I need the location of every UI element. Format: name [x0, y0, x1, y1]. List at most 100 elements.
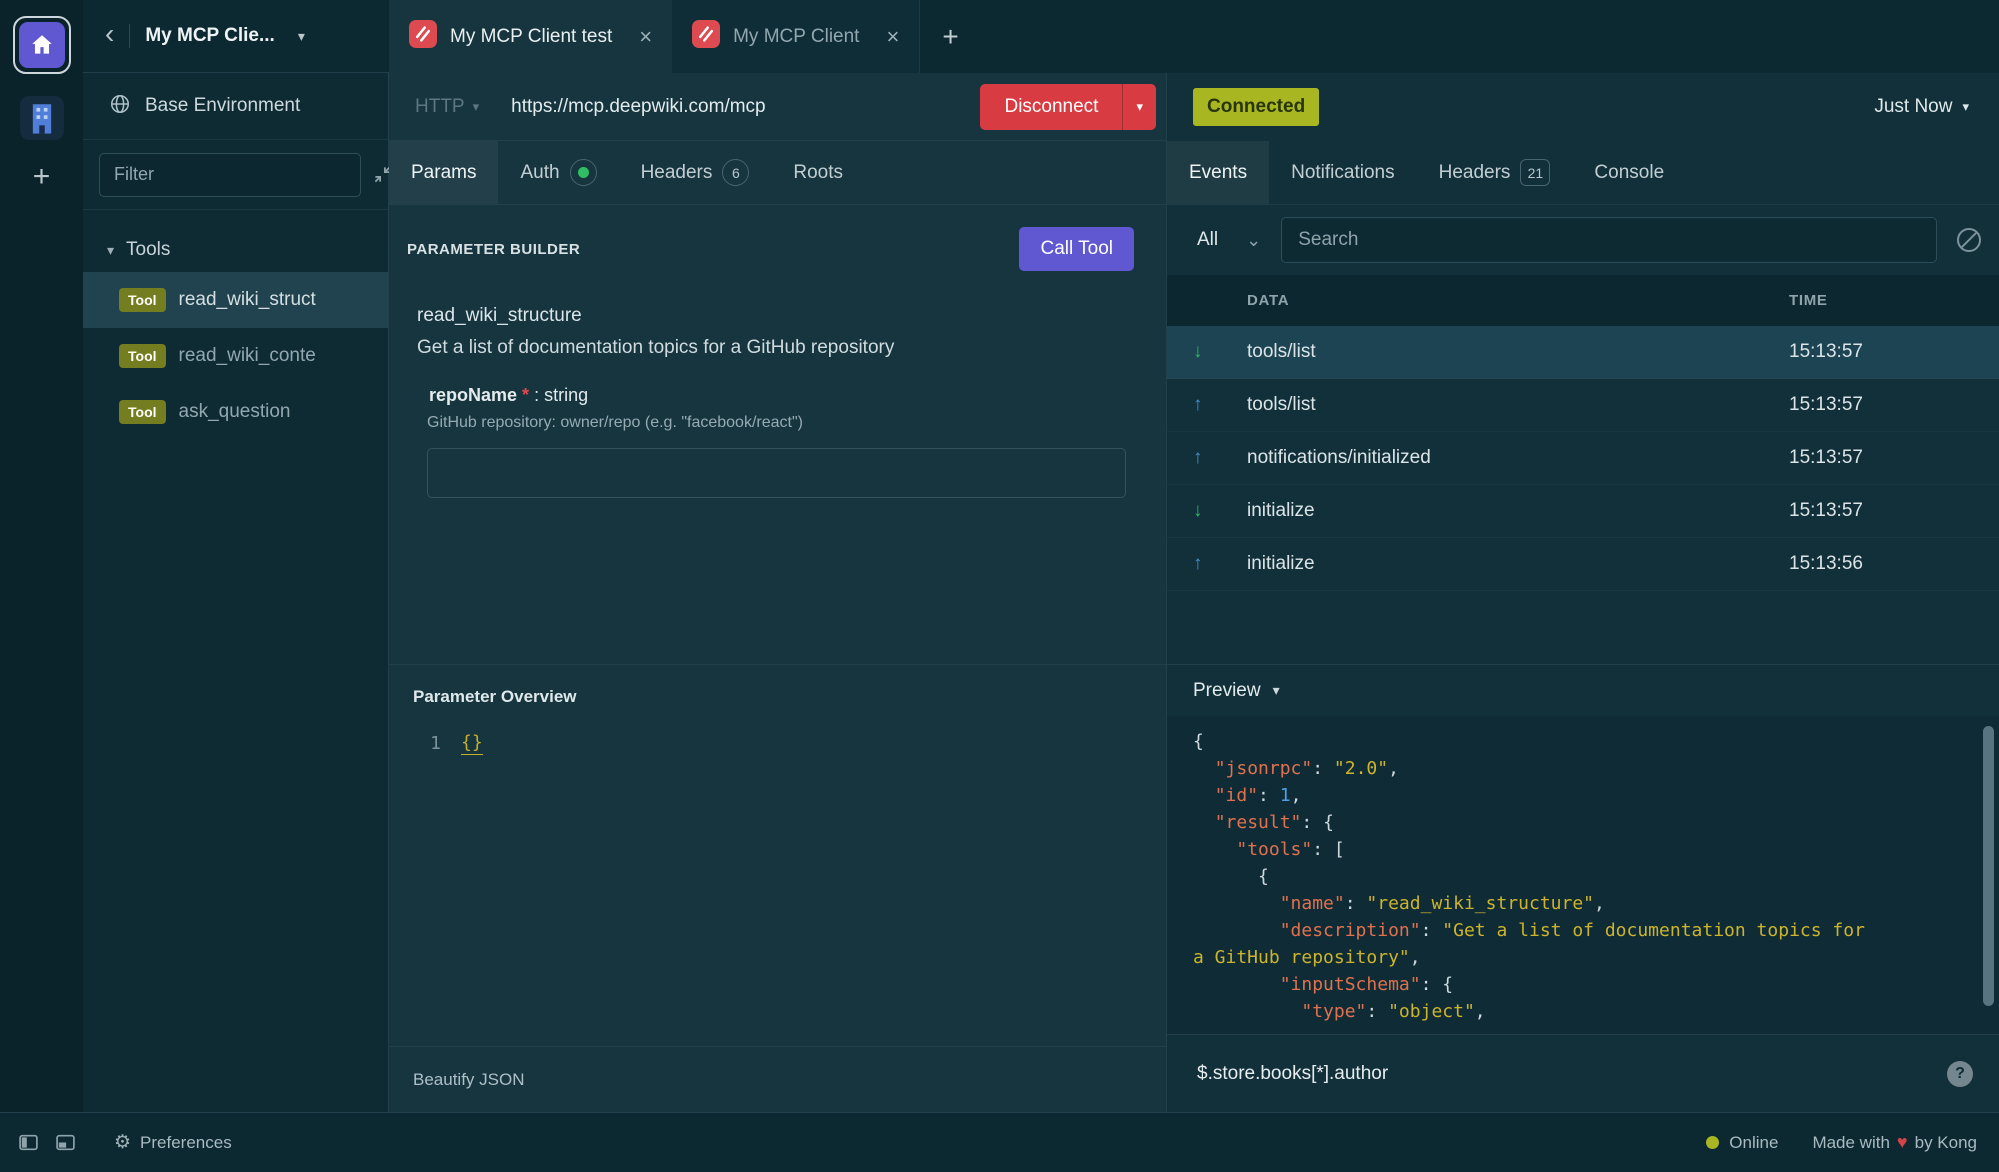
chevron-down-icon: ⌄: [1246, 235, 1261, 246]
parameter-overview: Parameter Overview 1 {}: [389, 664, 1166, 1046]
new-tab-button[interactable]: +: [920, 0, 980, 73]
toggle-panel-icon[interactable]: [55, 1132, 76, 1153]
sidebar-tool-item[interactable]: Toolread_wiki_conte: [83, 328, 388, 384]
auth-status-icon: [570, 159, 597, 186]
url-input[interactable]: https://mcp.deepwiki.com/mcp: [511, 96, 980, 118]
tool-type-badge: Tool: [119, 400, 166, 424]
tab-roots[interactable]: Roots: [771, 141, 865, 204]
tool-name-label: read_wiki_conte: [179, 345, 316, 367]
code-line: "tools": [: [1193, 836, 1973, 863]
home-icon: [19, 22, 65, 68]
received-arrow-icon: ↓: [1167, 341, 1247, 363]
event-row[interactable]: ↓initialize15:13:57: [1167, 485, 1999, 538]
call-tool-button[interactable]: Call Tool: [1019, 227, 1134, 271]
mcp-logo-icon: [409, 20, 437, 53]
credits-prefix: Made with: [1812, 1133, 1889, 1153]
workspace-avatar[interactable]: [20, 96, 64, 140]
back-button-icon[interactable]: ‹: [105, 20, 114, 52]
tab-strip: ‹ My MCP Clie... ▾ My MCP Client test ×: [83, 0, 1999, 73]
preview-code[interactable]: { "jsonrpc": "2.0", "id": 1, "result": {…: [1167, 716, 1999, 1034]
sent-arrow-icon: ↑: [1167, 447, 1247, 469]
help-icon[interactable]: ?: [1947, 1061, 1973, 1087]
headers-count-badge: 21: [1520, 159, 1550, 186]
tab-console[interactable]: Console: [1572, 141, 1686, 204]
chevron-down-icon: ▾: [1962, 99, 1969, 115]
events-empty-space: [1167, 591, 1999, 664]
preferences-button[interactable]: ⚙ Preferences: [114, 1131, 232, 1154]
disconnect-dropdown-icon[interactable]: ▾: [1122, 84, 1156, 130]
parameter-builder: PARAMETER BUILDER Call Tool read_wiki_st…: [389, 205, 1166, 664]
headers-count-badge: 6: [722, 159, 749, 186]
sidebar-tool-item[interactable]: Tool ask_question: [83, 384, 388, 440]
event-row[interactable]: ↓tools/list15:13:57: [1167, 326, 1999, 379]
sent-arrow-icon: ↑: [1167, 553, 1247, 575]
builder-title: PARAMETER BUILDER: [407, 241, 580, 258]
sidebar-tool-item[interactable]: Toolread_wiki_struct: [83, 272, 388, 328]
events-search-input[interactable]: [1281, 217, 1937, 263]
tool-name-label: read_wiki_struct: [179, 289, 316, 311]
tool-description: Get a list of documentation topics for a…: [417, 337, 1134, 359]
event-time-label: 15:13:57: [1789, 341, 1999, 363]
beautify-json-button[interactable]: Beautify JSON: [413, 1070, 525, 1090]
online-label: Online: [1729, 1133, 1778, 1153]
received-arrow-icon: ↓: [1167, 500, 1247, 522]
event-row[interactable]: ↑initialize15:13:56: [1167, 538, 1999, 591]
close-tab-icon[interactable]: ×: [886, 26, 899, 48]
tab-label: My MCP Client test: [450, 26, 612, 48]
tab-params[interactable]: Params: [389, 141, 498, 204]
code-line: {: [1193, 863, 1973, 890]
response-tabs: Events Notifications Headers 21 Console: [1167, 141, 1999, 205]
status-bar: ⚙ Preferences Online Made with ♥ by Kong: [0, 1112, 1999, 1172]
tab-headers[interactable]: Headers 6: [619, 141, 772, 204]
preview-toggle[interactable]: Preview ▾: [1167, 664, 1999, 716]
tab-auth[interactable]: Auth: [498, 141, 618, 204]
toggle-sidebar-icon[interactable]: [18, 1132, 39, 1153]
clear-filter-icon[interactable]: [1957, 228, 1981, 252]
parameter-overview-editor[interactable]: 1 {}: [389, 733, 1166, 755]
workspace-dropdown-icon[interactable]: ▾: [298, 28, 305, 45]
tools-section-label: Tools: [126, 239, 170, 261]
jsonpath-filter-input[interactable]: [1197, 1063, 1933, 1085]
events-rows: ↓tools/list15:13:57↑tools/list15:13:57↑n…: [1167, 326, 1999, 591]
code-line: a GitHub repository",: [1193, 944, 1973, 971]
filter-input[interactable]: [99, 153, 361, 197]
disconnect-button[interactable]: Disconnect: [980, 84, 1122, 130]
response-panel: Connected Just Now ▾ Events Notification…: [1167, 73, 1999, 1112]
tab-label: Auth: [520, 162, 559, 184]
tab-notifications[interactable]: Notifications: [1269, 141, 1417, 204]
online-dot-icon: [1706, 1136, 1719, 1149]
preview-label: Preview: [1193, 680, 1261, 702]
method-dropdown[interactable]: HTTP ▾: [405, 96, 489, 118]
time-filter-dropdown[interactable]: Just Now ▾: [1874, 96, 1969, 118]
disconnect-button-group: Disconnect ▾: [980, 84, 1156, 130]
preferences-label: Preferences: [140, 1133, 232, 1153]
event-data-label: tools/list: [1247, 341, 1789, 363]
close-tab-icon[interactable]: ×: [639, 26, 652, 48]
scrollbar-thumb[interactable]: [1983, 726, 1994, 1006]
tab-events[interactable]: Events: [1167, 141, 1269, 204]
credits-suffix: by Kong: [1915, 1133, 1977, 1153]
workspace-name[interactable]: My MCP Clie...: [145, 25, 275, 47]
add-workspace-button[interactable]: +: [33, 162, 51, 192]
tools-section: ▾ Tools Toolread_wiki_structToolread_wik…: [83, 210, 388, 1112]
tab-my-mcp-client[interactable]: My MCP Client ×: [672, 0, 920, 73]
tools-section-toggle[interactable]: ▾ Tools: [83, 228, 388, 272]
sidebar-header: ‹ My MCP Clie... ▾: [83, 0, 389, 73]
header-divider: [129, 24, 130, 48]
environment-selector[interactable]: Base Environment: [83, 73, 388, 140]
event-row[interactable]: ↑notifications/initialized15:13:57: [1167, 432, 1999, 485]
tab-my-mcp-client-test[interactable]: My MCP Client test ×: [389, 0, 672, 73]
globe-icon: [109, 93, 131, 120]
tool-name-label: ask_question: [179, 401, 291, 423]
repo-name-input[interactable]: [427, 448, 1126, 498]
events-table-header: DATA TIME: [1167, 275, 1999, 326]
event-data-label: notifications/initialized: [1247, 447, 1789, 469]
event-type-dropdown[interactable]: All ⌄: [1197, 229, 1261, 251]
time-column-header: TIME: [1789, 292, 1999, 309]
tab-response-headers[interactable]: Headers 21: [1417, 141, 1573, 204]
tab-label: Headers: [641, 162, 713, 184]
home-button[interactable]: [13, 16, 71, 74]
request-tabs: Params Auth Headers 6 Roots: [389, 141, 1166, 205]
event-row[interactable]: ↑tools/list15:13:57: [1167, 379, 1999, 432]
time-filter-label: Just Now: [1874, 96, 1952, 118]
